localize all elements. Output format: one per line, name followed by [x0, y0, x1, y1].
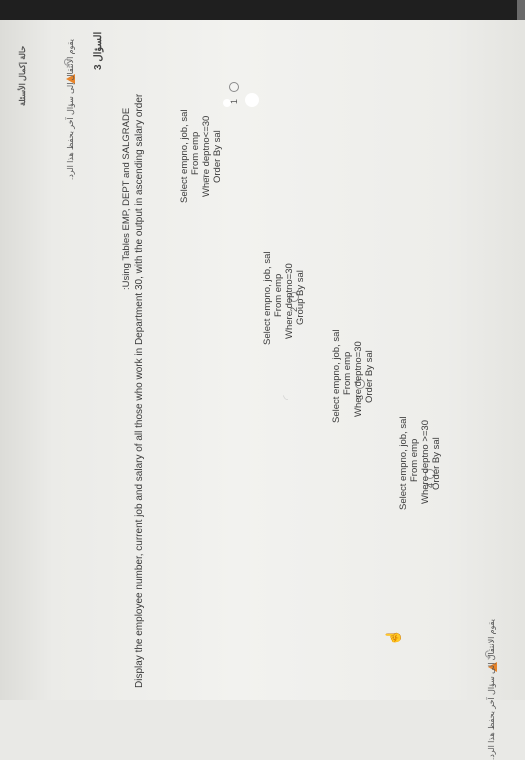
- quiz-content: حالة إكمال الأسئلة ↶ يقوم الانتقال إلى س…: [0, 0, 525, 760]
- option-1-line-1: Select empno, job, sal: [179, 109, 190, 203]
- option-4-line-2: From emp: [409, 438, 420, 482]
- next-question-note: يقوم الانتقال إلى سؤال آخر بحفظ هذا الرد…: [487, 619, 496, 760]
- question-label: السؤال 3: [93, 31, 104, 70]
- pointer-cursor-icon: ☝: [385, 628, 401, 646]
- option-1-line-3: Where deptno<=30: [201, 115, 212, 197]
- glare-spot: [223, 99, 231, 107]
- question-text: Display the employee number, current job…: [134, 93, 145, 688]
- option-1-line-4: Order By sal: [212, 130, 223, 183]
- tables-line: :Using Tables EMP, DEPT and SALGRADE: [121, 107, 132, 290]
- option-3-line-2: From emp: [342, 351, 353, 395]
- option-3-code: Select empno, job, sal From emp Where de…: [331, 330, 375, 423]
- option-1-radio[interactable]: [229, 82, 239, 92]
- previous-question-note: يقوم الانتقال إلى سؤال آخر بحفظ هذا الرد…: [66, 39, 75, 180]
- loading-arc-icon: ◜: [280, 395, 294, 400]
- option-2-line-4: Group By sal: [295, 270, 306, 325]
- option-4-code: Select empno, job, sal From emp Where de…: [398, 417, 442, 510]
- option-3-line-4: Order By sal: [364, 350, 375, 403]
- option-2-line-3: Where deptno=30: [284, 263, 295, 339]
- option-3-line-3: Where deptno=30: [353, 341, 364, 417]
- option-1-line-2: From emp: [190, 131, 201, 175]
- option-2-line-1: Select empno, job, sal: [262, 251, 273, 345]
- option-3-line-1: Select empno, job, sal: [331, 329, 342, 423]
- option-2-line-2: From emp: [273, 273, 284, 317]
- glare-spot: [245, 93, 259, 107]
- question-status-link[interactable]: حالة إكمال الأسئلة: [18, 46, 27, 106]
- option-1-code: Select empno, job, sal From emp Where de…: [179, 110, 223, 203]
- option-4-line-1: Select empno, job, sal: [398, 416, 409, 510]
- option-4-line-4: Order By sal: [431, 437, 442, 490]
- option-4-line-3: Where deptno >=30: [420, 420, 431, 504]
- option-2-code: Select empno, job, sal From emp Where de…: [262, 252, 306, 345]
- cursor-icon: ⌒: [202, 171, 218, 185]
